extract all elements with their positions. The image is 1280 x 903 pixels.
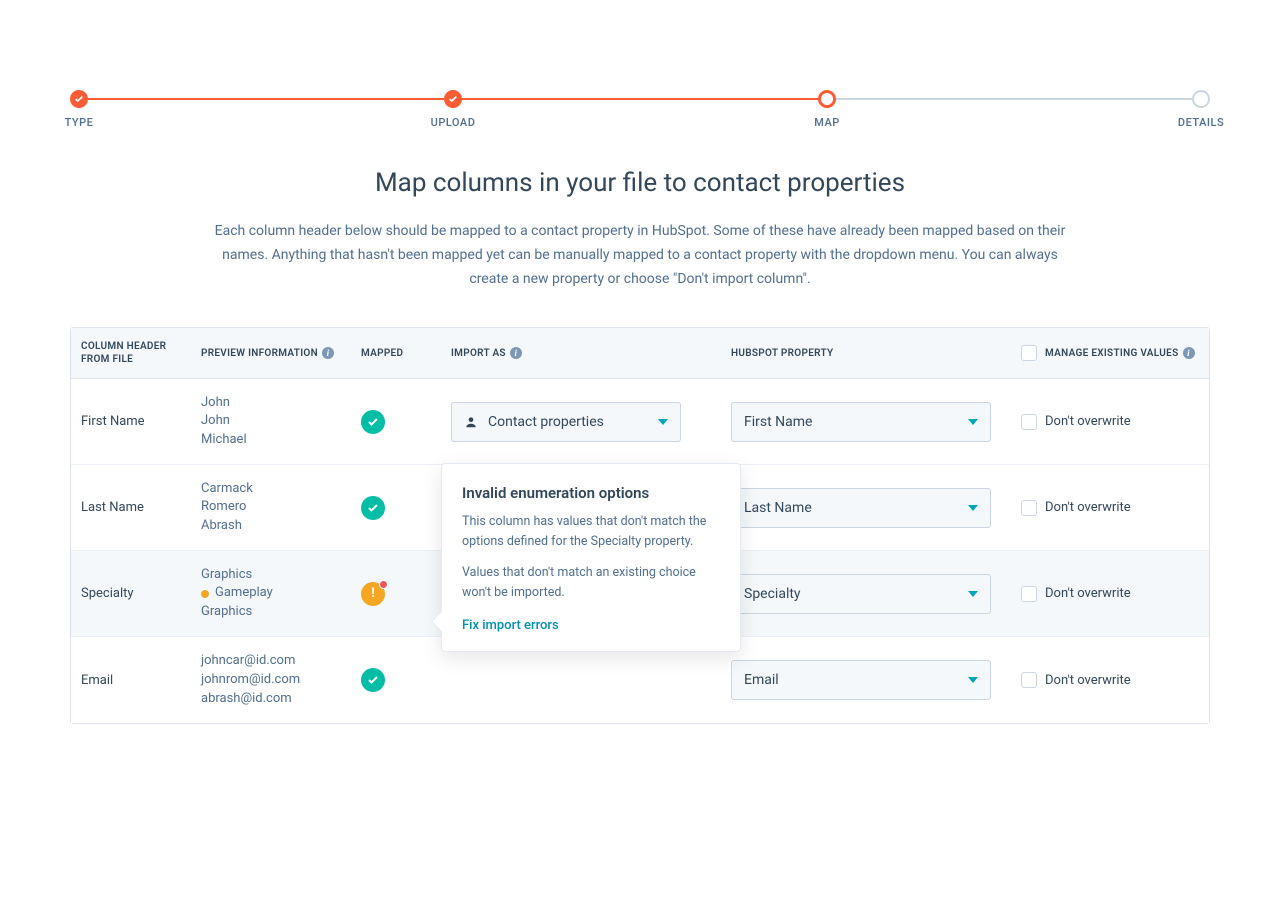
preview-value: Graphics (201, 603, 341, 622)
manage-existing-cell: Don't overwrite (1011, 486, 1211, 530)
info-icon[interactable]: i (322, 347, 334, 359)
preview-information: johncar@id.comjohnrom@id.comabrash@id.co… (191, 638, 351, 723)
chevron-down-icon (658, 419, 668, 425)
preview-information: GraphicsGameplayGraphics (191, 552, 351, 637)
preview-value: Michael (201, 431, 341, 450)
th-manage-existing: MANAGE EXISTING VALUESi (1011, 328, 1211, 378)
chevron-down-icon (968, 419, 978, 425)
th-mapped: MAPPED (351, 328, 441, 378)
checkbox-label: Don't overwrite (1045, 586, 1131, 601)
preview-value: Romero (201, 498, 341, 517)
chevron-down-icon (968, 505, 978, 511)
step-label: DETAILS (1178, 116, 1224, 129)
preview-value: johncar@id.com (201, 652, 341, 671)
preview-value: John (201, 412, 341, 431)
checkbox-label: Don't overwrite (1045, 414, 1131, 429)
step-type[interactable]: TYPE (70, 90, 88, 108)
dont-overwrite-checkbox[interactable] (1021, 586, 1037, 602)
fix-errors-link[interactable]: Fix import errors (462, 618, 559, 633)
preview-information: JohnJohnMichael (191, 380, 351, 465)
circle-icon (1192, 90, 1210, 108)
page-subtitle: Each column header below should be mappe… (210, 220, 1070, 291)
check-circle-icon (361, 668, 385, 692)
step-label: MAP (814, 116, 840, 129)
th-hubspot-property: HUBSPOT PROPERTY (721, 328, 1011, 378)
hubspot-property-cell: First Name (721, 388, 1011, 456)
column-header-from-file: Last Name (71, 486, 191, 529)
notification-dot-icon (379, 580, 388, 589)
import-as-cell (441, 666, 721, 694)
th-preview: PREVIEW INFORMATIONi (191, 328, 351, 378)
preview-value: Abrash (201, 517, 341, 536)
mapped-status: ! (351, 568, 441, 620)
warning-circle-icon: ! (361, 582, 385, 606)
step-label: TYPE (65, 116, 94, 129)
th-import-as: IMPORT ASi (441, 328, 721, 378)
hubspot-property-cell: Email (721, 646, 1011, 714)
column-header-from-file: Email (71, 659, 191, 702)
mapping-table: COLUMN HEADER FROM FILE PREVIEW INFORMAT… (70, 327, 1210, 724)
connector (88, 98, 444, 100)
hubspot-property-select[interactable]: Email (731, 660, 991, 700)
preview-value: John (201, 394, 341, 413)
preview-value: abrash@id.com (201, 690, 341, 709)
column-header-from-file: First Name (71, 400, 191, 443)
check-icon (444, 90, 462, 108)
chevron-down-icon (968, 591, 978, 597)
manage-existing-cell: Don't overwrite (1011, 658, 1211, 702)
select-all-checkbox[interactable] (1021, 345, 1037, 361)
hubspot-property-select[interactable]: Last Name (731, 488, 991, 528)
hubspot-property-cell: Last Name (721, 474, 1011, 542)
popover-body: Values that don't match an existing choi… (462, 563, 720, 602)
circle-icon (818, 90, 836, 108)
preview-value: johnrom@id.com (201, 671, 341, 690)
dont-overwrite-checkbox[interactable] (1021, 500, 1037, 516)
import-as-cell: Contact properties (441, 388, 721, 456)
connector (836, 98, 1192, 100)
th-column-header: COLUMN HEADER FROM FILE (71, 328, 191, 378)
popover-title: Invalid enumeration options (462, 484, 720, 502)
mapped-status (351, 482, 441, 534)
error-popover: Invalid enumeration options This column … (441, 463, 741, 652)
step-label: UPLOAD (431, 116, 476, 129)
manage-existing-cell: Don't overwrite (1011, 400, 1211, 444)
hubspot-property-select[interactable]: First Name (731, 402, 991, 442)
stepper: TYPE UPLOAD MAP DETAILS (70, 90, 1210, 108)
popover-body: This column has values that don't match … (462, 512, 720, 551)
mapped-status (351, 654, 441, 706)
step-upload[interactable]: UPLOAD (444, 90, 462, 108)
info-icon[interactable]: i (510, 347, 522, 359)
warning-dot-icon (201, 590, 209, 598)
connector (462, 98, 818, 100)
check-icon (70, 90, 88, 108)
preview-value: Carmack (201, 480, 341, 499)
preview-value: Graphics (201, 566, 341, 585)
chevron-down-icon (968, 677, 978, 683)
hubspot-property-select[interactable]: Specialty (731, 574, 991, 614)
check-circle-icon (361, 410, 385, 434)
dont-overwrite-checkbox[interactable] (1021, 414, 1037, 430)
column-header-from-file: Specialty (71, 572, 191, 615)
check-circle-icon (361, 496, 385, 520)
step-map[interactable]: MAP (818, 90, 836, 108)
table-head: COLUMN HEADER FROM FILE PREVIEW INFORMAT… (71, 328, 1209, 379)
mapped-status (351, 396, 441, 448)
page-title: Map columns in your file to contact prop… (70, 168, 1210, 198)
dont-overwrite-checkbox[interactable] (1021, 672, 1037, 688)
checkbox-label: Don't overwrite (1045, 500, 1131, 515)
preview-value: Gameplay (201, 584, 341, 603)
contact-icon (464, 415, 478, 429)
hubspot-property-cell: Specialty (721, 560, 1011, 628)
table-row: First NameJohnJohnMichaelContact propert… (71, 379, 1209, 465)
import-as-select[interactable]: Contact properties (451, 402, 681, 442)
manage-existing-cell: Don't overwrite (1011, 572, 1211, 616)
step-details[interactable]: DETAILS (1192, 90, 1210, 108)
info-icon[interactable]: i (1183, 347, 1195, 359)
preview-information: CarmackRomeroAbrash (191, 466, 351, 551)
checkbox-label: Don't overwrite (1045, 673, 1131, 688)
